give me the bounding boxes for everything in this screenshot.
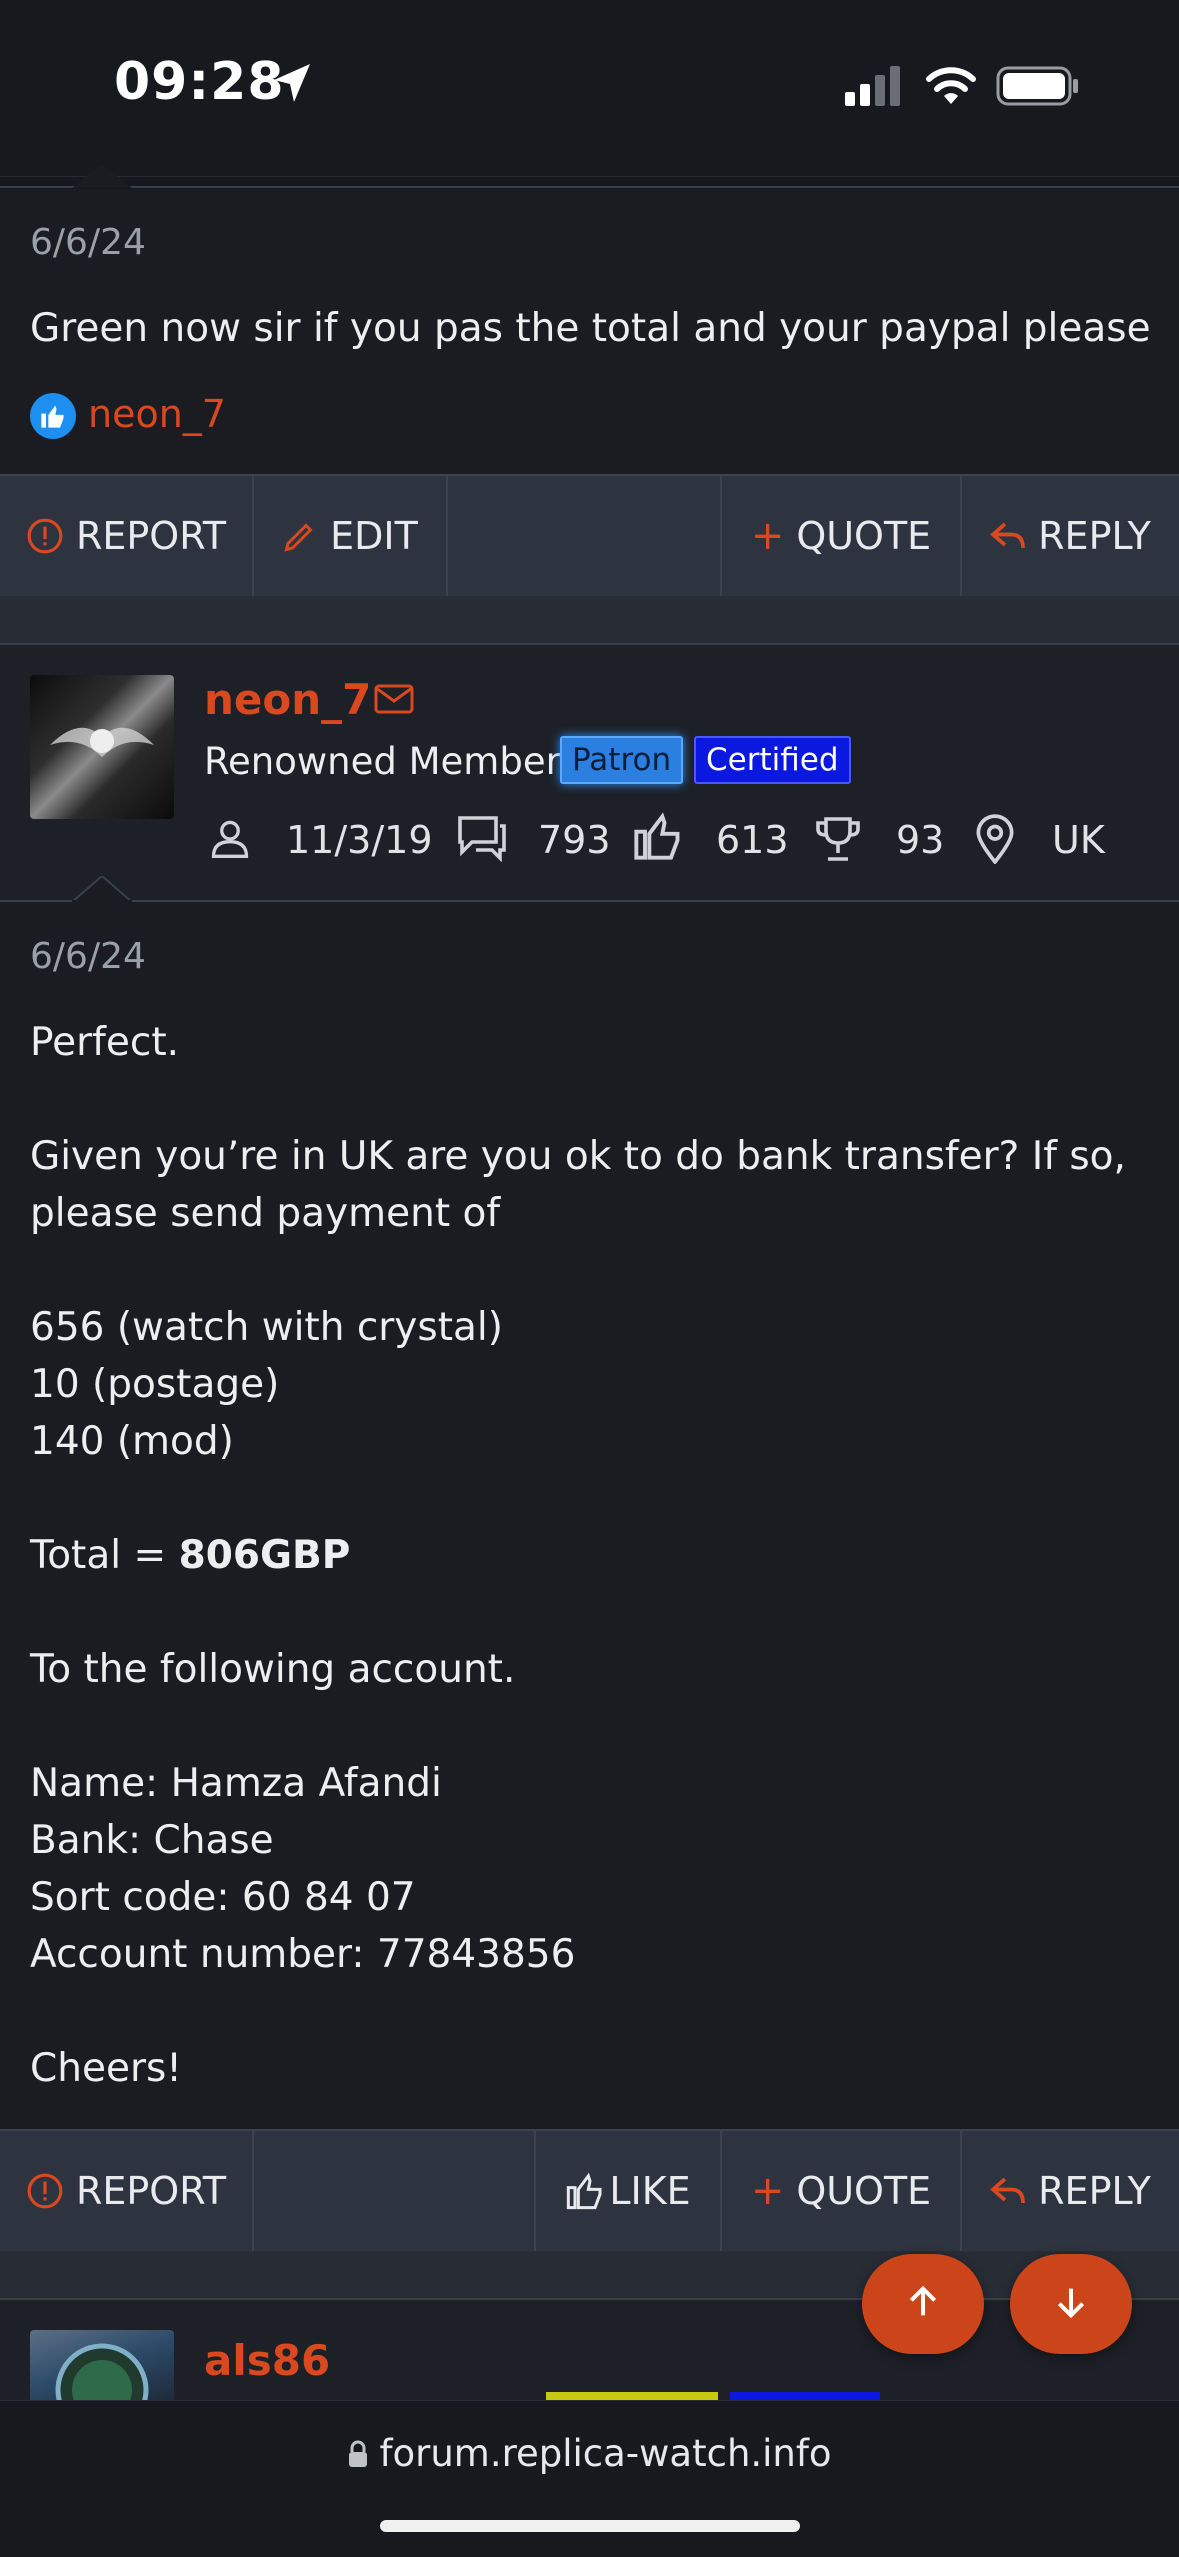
badge-partial xyxy=(730,2392,880,2400)
quote-label: QUOTE xyxy=(796,2169,932,2213)
post-date: 6/6/24 xyxy=(30,936,146,977)
arrow-up-icon xyxy=(903,2282,943,2326)
reply-button[interactable]: REPLY xyxy=(962,2131,1179,2251)
quote-button[interactable]: + QUOTE xyxy=(722,2131,962,2251)
post-gap xyxy=(0,596,1179,644)
quote-label: QUOTE xyxy=(796,514,932,558)
certified-badge: Certified xyxy=(694,736,851,784)
report-button[interactable]: REPORT xyxy=(0,476,254,596)
reply-label: REPLY xyxy=(1038,2169,1151,2213)
battery-icon xyxy=(996,66,1080,110)
post-action-bar: REPORT EDIT + QUOTE REPLY xyxy=(0,474,1179,598)
location-arrow-icon xyxy=(270,60,314,110)
alert-circle-icon xyxy=(26,517,64,555)
body-line: To the following account. xyxy=(30,1647,516,1692)
user-icon xyxy=(208,816,252,864)
thumbs-up-icon xyxy=(632,810,684,866)
like-button[interactable]: LIKE xyxy=(536,2131,722,2251)
plus-icon: + xyxy=(750,2168,785,2214)
body-line: 10 (postage) xyxy=(30,1362,280,1407)
post-top-border xyxy=(0,186,1179,188)
reply-label: REPLY xyxy=(1038,514,1151,558)
body-line: Name: Hamza Afandi xyxy=(30,1761,442,1806)
divider xyxy=(0,900,1179,902)
reply-button[interactable]: REPLY xyxy=(962,476,1179,596)
reply-arrow-icon xyxy=(990,520,1026,552)
badge-partial xyxy=(546,2392,718,2400)
post-date: 6/6/24 xyxy=(30,222,146,263)
messages-icon xyxy=(456,814,508,866)
joined-date: 11/3/19 xyxy=(286,818,433,862)
reply-arrow-icon xyxy=(990,2175,1026,2207)
pencil-icon xyxy=(282,518,318,554)
arrow-down-icon xyxy=(1051,2282,1091,2326)
lock-icon xyxy=(347,2434,369,2477)
body-line: Bank: Chase xyxy=(30,1818,274,1863)
action-spacer xyxy=(448,476,722,596)
post-pointer xyxy=(72,876,132,902)
patron-badge: Patron xyxy=(560,736,684,784)
edit-button[interactable]: EDIT xyxy=(254,476,448,596)
address-bar[interactable]: forum.replica-watch.info xyxy=(0,2432,1179,2477)
avatar[interactable] xyxy=(30,675,174,819)
report-label: REPORT xyxy=(75,514,227,558)
home-indicator xyxy=(380,2520,800,2532)
avatar[interactable] xyxy=(30,2330,174,2400)
post-action-bar: REPORT LIKE + QUOTE REPLY xyxy=(0,2129,1179,2253)
body-line: Perfect. xyxy=(30,1020,180,1065)
user-info-block xyxy=(0,2300,1179,2400)
post-gap xyxy=(0,2251,1179,2299)
body-line: Given you’re in UK are you ok to do bank… xyxy=(30,1134,1126,1179)
body-line: 140 (mod) xyxy=(30,1419,234,1464)
thumbs-up-icon xyxy=(565,2171,605,2211)
trophy-points: 93 xyxy=(896,818,945,862)
scroll-top-button[interactable] xyxy=(862,2254,984,2354)
body-line: Sort code: 60 84 07 xyxy=(30,1875,416,1920)
total-line: Total = 806GBP xyxy=(30,1527,1150,1584)
body-line: Cheers! xyxy=(30,2046,182,2091)
cellular-signal-icon xyxy=(843,66,901,110)
body-line: Account number: 77843856 xyxy=(30,1932,576,1977)
message-count: 793 xyxy=(538,818,611,862)
like-label: LIKE xyxy=(609,2169,691,2213)
action-spacer xyxy=(254,2131,536,2251)
username-link[interactable]: neon_7 xyxy=(204,675,371,724)
alert-circle-icon xyxy=(26,2172,64,2210)
url-text: forum.replica-watch.info xyxy=(379,2432,832,2475)
reaction-score: 613 xyxy=(716,818,789,862)
report-button[interactable]: REPORT xyxy=(0,2131,254,2251)
user-title: Renowned Member xyxy=(204,740,561,783)
reaction-user-link[interactable]: neon_7 xyxy=(88,392,226,436)
report-label: REPORT xyxy=(75,2169,227,2213)
total-value: 806GBP xyxy=(178,1533,351,1578)
wifi-icon xyxy=(924,62,978,110)
body-line: 656 (watch with crystal) xyxy=(30,1305,503,1350)
status-time: 09:28 xyxy=(114,52,285,112)
total-prefix: Total = xyxy=(30,1533,179,1578)
edit-label: EDIT xyxy=(330,514,418,558)
body-line: please send payment of xyxy=(30,1191,501,1236)
post-body: Perfect. Given you’re in UK are you ok t… xyxy=(30,1014,1150,2097)
like-reaction-icon[interactable] xyxy=(30,393,76,439)
post-body: Green now sir if you pas the total and y… xyxy=(30,306,1151,351)
scroll-bottom-button[interactable] xyxy=(1010,2254,1132,2354)
user-location: UK xyxy=(1052,818,1105,862)
location-pin-icon xyxy=(974,814,1016,868)
plus-icon: + xyxy=(750,513,785,559)
browser-bottom-bar xyxy=(0,2400,1179,2557)
username-link[interactable]: als86 xyxy=(204,2336,330,2385)
quote-button[interactable]: + QUOTE xyxy=(722,476,962,596)
post-pointer xyxy=(72,164,132,188)
envelope-icon[interactable] xyxy=(374,684,414,718)
trophy-icon xyxy=(814,814,862,868)
